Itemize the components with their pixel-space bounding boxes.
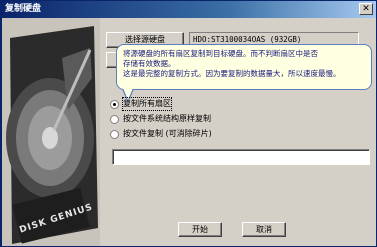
title-bar: 复制硬盘 ✕	[1, 1, 376, 18]
tooltip-line-1: 将源硬盘的所有扇区复制到目标硬盘。而不判断扇区中是否	[123, 49, 318, 58]
cancel-button[interactable]: 取消	[242, 222, 286, 237]
radio-label: 复制所有扇区	[122, 97, 172, 111]
radio-copy-all-sectors[interactable]: 复制所有扇区	[110, 97, 172, 111]
radio-label: 按文件复制 (可消除碎片)	[123, 129, 212, 138]
close-icon: ✕	[362, 4, 370, 14]
radio-copy-by-file[interactable]: 按文件复制 (可消除碎片)	[110, 128, 212, 140]
radio-copy-fs-structure[interactable]: 按文件系统结构原样复制	[110, 113, 211, 125]
close-button[interactable]: ✕	[359, 3, 373, 15]
radio-button[interactable]	[110, 114, 119, 124]
dialog-body: DISK GENIUS 选择源硬盘 HDO:ST3100034OAS (932G…	[2, 18, 376, 246]
path-input[interactable]	[112, 149, 370, 165]
tooltip-line-3: 这是最完整的复制方式。因为要复制的数据量大，所以速度最慢。	[123, 69, 341, 78]
radio-label: 按文件系统结构原样复制	[123, 114, 211, 123]
start-button[interactable]: 开始	[178, 222, 222, 237]
copy-disk-dialog: 复制硬盘 ✕ DISK GENIUS 选择源硬盘 HDO:ST3100034OA…	[0, 0, 377, 247]
mode-description-tooltip: 将源硬盘的所有扇区复制到目标硬盘。而不判断扇区中是否 存储有效数据。 这是最完整…	[116, 44, 372, 90]
window-title: 复制硬盘	[5, 4, 42, 14]
tooltip-line-2: 存储有效数据。	[123, 59, 176, 68]
radio-button[interactable]	[110, 129, 119, 139]
radio-button-checked[interactable]	[110, 99, 119, 109]
